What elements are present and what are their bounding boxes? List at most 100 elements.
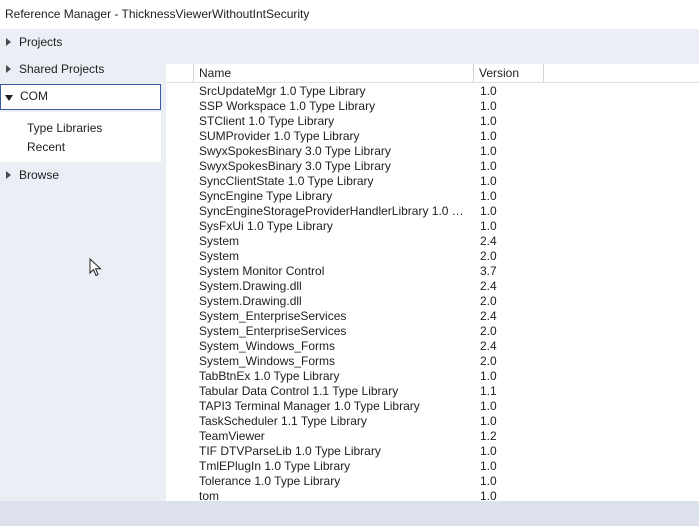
row-name: SyncEngineStorageProviderHandlerLibrary … [199,204,469,218]
column-header-label: Version [479,66,520,80]
row-name: SUMProvider 1.0 Type Library [199,129,360,143]
row-version: 2.4 [480,309,497,323]
triangle-down-icon[interactable] [5,95,13,101]
table-row[interactable]: System.Drawing.dll 2.0 [166,294,699,309]
triangle-right-icon[interactable] [6,171,11,179]
window-title: Reference Manager - ThicknessViewerWitho… [5,7,310,21]
row-name: SysFxUi 1.0 Type Library [199,219,333,233]
row-version: 1.0 [480,114,497,128]
table-row[interactable]: Tabular Data Control 1.1 Type Library 1.1 [166,384,699,399]
row-version: 2.4 [480,279,497,293]
row-version: 1.0 [480,369,497,383]
table-row[interactable]: TIF DTVParseLib 1.0 Type Library 1.0 [166,444,699,459]
nav-subitem-type-libraries[interactable]: Type Libraries [27,121,102,135]
row-version: 1.0 [480,84,497,98]
row-name: System_EnterpriseServices [199,324,347,338]
table-row[interactable]: TAPI3 Terminal Manager 1.0 Type Library 1… [166,399,699,414]
row-name: SSP Workspace 1.0 Type Library [199,99,376,113]
table-row[interactable]: SyncEngine Type Library 1.0 [166,189,699,204]
row-version: 1.1 [480,384,497,398]
table-row[interactable]: SyncEngineStorageProviderHandlerLibrary … [166,204,699,219]
row-version: 1.0 [480,204,497,218]
row-version: 1.0 [480,159,497,173]
column-header-version[interactable]: Version [474,64,544,82]
row-name: SyncEngine Type Library [199,189,333,203]
table-row[interactable]: Tolerance 1.0 Type Library 1.0 [166,474,699,489]
row-version: 1.0 [480,174,497,188]
column-header-label: Name [199,66,232,80]
row-version: 2.0 [480,324,497,338]
row-version: 1.0 [480,414,497,428]
table-row[interactable]: System_Windows_Forms 2.4 [166,339,699,354]
table-row[interactable]: SysFxUi 1.0 Type Library 1.0 [166,219,699,234]
nav-item-com[interactable]: COM [0,84,161,110]
nav-item-browse[interactable]: Browse [0,163,161,189]
row-name: TabBtnEx 1.0 Type Library [199,369,340,383]
row-version: 1.0 [480,399,497,413]
row-version: 1.0 [480,474,497,488]
row-version: 2.4 [480,234,497,248]
nav-item-label: Shared Projects [19,62,105,76]
row-name: System.Drawing.dll [199,279,302,293]
row-version: 2.0 [480,354,497,368]
title-bar: Reference Manager - ThicknessViewerWitho… [0,0,699,29]
row-name: System_Windows_Forms [199,354,336,368]
nav-item-label: Projects [19,35,63,49]
nav-item-label: COM [20,89,48,103]
table-row[interactable]: System_EnterpriseServices 2.0 [166,324,699,339]
row-name: SyncClientState 1.0 Type Library [199,174,374,188]
table-row[interactable]: TmlEPlugIn 1.0 Type Library 1.0 [166,459,699,474]
table-header: Name Version [166,64,699,83]
table-row[interactable]: SSP Workspace 1.0 Type Library 1.0 [166,99,699,114]
row-version: 1.0 [480,99,497,113]
row-name: Tabular Data Control 1.1 Type Library [199,384,399,398]
row-name: System [199,249,240,263]
row-name: System.Drawing.dll [199,294,302,308]
com-subitems: Type Libraries Recent [0,112,161,162]
table-row[interactable]: TabBtnEx 1.0 Type Library 1.0 [166,369,699,384]
row-name: System_EnterpriseServices [199,309,347,323]
table-row[interactable]: tom 1.0 [166,489,699,501]
row-version: 1.0 [480,219,497,233]
table-row[interactable]: System 2.0 [166,249,699,264]
row-version: 2.4 [480,339,497,353]
row-name: SrcUpdateMgr 1.0 Type Library [199,84,366,98]
table-row[interactable]: System Monitor Control 3.7 [166,264,699,279]
table-row[interactable]: TeamViewer 1.2 [166,429,699,444]
row-name: TeamViewer [199,429,265,443]
column-header-name[interactable]: Name [194,64,474,82]
row-name: Tolerance 1.0 Type Library [199,474,341,488]
row-name: SwyxSpokesBinary 3.0 Type Library [199,159,391,173]
row-name: STClient 1.0 Type Library [199,114,335,128]
bottom-bar [0,501,699,526]
row-name: TIF DTVParseLib 1.0 Type Library [199,444,381,458]
table-row[interactable]: SyncClientState 1.0 Type Library 1.0 [166,174,699,189]
nav-panel: Projects Shared Projects COM Type Librar… [0,29,161,504]
nav-item-shared-projects[interactable]: Shared Projects [0,57,161,83]
row-name: System_Windows_Forms [199,339,336,353]
table-body: SrcUpdateMgr 1.0 Type Library 1.0 SSP Work… [166,84,699,501]
triangle-right-icon[interactable] [6,38,11,46]
table-row[interactable]: SwyxSpokesBinary 3.0 Type Library 1.0 [166,144,699,159]
nav-item-projects[interactable]: Projects [0,30,161,56]
table-row[interactable]: SUMProvider 1.0 Type Library 1.0 [166,129,699,144]
triangle-right-icon[interactable] [6,65,11,73]
row-version: 1.0 [480,129,497,143]
table-row[interactable]: TaskScheduler 1.1 Type Library 1.0 [166,414,699,429]
mouse-pointer-icon [89,257,103,281]
table-row[interactable]: SrcUpdateMgr 1.0 Type Library 1.0 [166,84,699,99]
table-row[interactable]: System.Drawing.dll 2.4 [166,279,699,294]
table-row[interactable]: System_EnterpriseServices 2.4 [166,309,699,324]
row-version: 1.0 [480,144,497,158]
row-version: 2.0 [480,294,497,308]
row-version: 1.0 [480,459,497,473]
table-row[interactable]: STClient 1.0 Type Library 1.0 [166,114,699,129]
table-row[interactable]: SwyxSpokesBinary 3.0 Type Library 1.0 [166,159,699,174]
row-version: 1.0 [480,189,497,203]
nav-subitem-recent[interactable]: Recent [27,140,65,154]
table-row[interactable]: System 2.4 [166,234,699,249]
table-row[interactable]: System_Windows_Forms 2.0 [166,354,699,369]
column-header-select[interactable] [166,64,194,82]
row-name: System [199,234,240,248]
row-name: TAPI3 Terminal Manager 1.0 Type Library [199,399,420,413]
